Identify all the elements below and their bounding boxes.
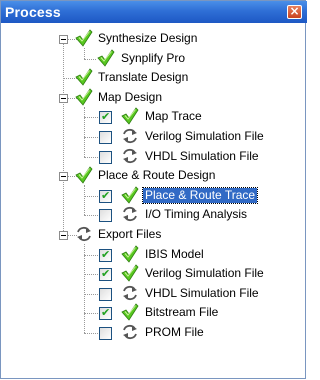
close-icon: × bbox=[289, 4, 300, 18]
checkbox-vhdl-simulation-file[interactable] bbox=[99, 287, 112, 301]
refresh-icon bbox=[121, 127, 139, 145]
tree-line bbox=[84, 274, 98, 276]
process-i-o-timing-analysis[interactable]: I/O Timing Analysis bbox=[145, 207, 247, 222]
tree-line bbox=[84, 195, 98, 197]
refresh-icon bbox=[121, 284, 139, 302]
tree-line bbox=[84, 215, 98, 217]
check-icon bbox=[75, 88, 93, 106]
checkbox-verilog-simulation-file[interactable] bbox=[99, 131, 112, 144]
collapse-toggle[interactable] bbox=[59, 172, 68, 182]
tree-line bbox=[84, 254, 98, 256]
check-icon bbox=[121, 303, 139, 322]
tree-line bbox=[84, 58, 96, 60]
checkbox-verilog-simulation-file[interactable] bbox=[99, 266, 112, 282]
process-synplify-pro[interactable]: Synplify Pro bbox=[121, 51, 185, 66]
panel-title: Process bbox=[5, 4, 61, 20]
check-icon bbox=[75, 68, 93, 86]
check-icon bbox=[121, 186, 139, 204]
check-icon bbox=[121, 107, 139, 126]
checkbox-map-trace[interactable] bbox=[99, 109, 112, 125]
process-translate-design[interactable]: Translate Design bbox=[98, 70, 188, 85]
checkbox-place-route-trace[interactable] bbox=[99, 188, 112, 204]
process-ibis-model[interactable]: IBIS Model bbox=[145, 247, 204, 262]
refresh-icon bbox=[121, 147, 139, 165]
tree-line bbox=[84, 117, 98, 119]
checkbox-ibis-model[interactable] bbox=[99, 247, 112, 263]
tree-line bbox=[84, 293, 98, 295]
process-verilog-simulation-file[interactable]: Verilog Simulation File bbox=[145, 266, 264, 281]
tree-line bbox=[84, 48, 85, 59]
panel-titlebar: Process × bbox=[1, 1, 307, 23]
process-panel: Process × Synthesize Design Synplify Pro T… bbox=[0, 0, 307, 380]
process-map-trace[interactable]: Map Trace bbox=[145, 109, 202, 124]
check-icon bbox=[75, 166, 93, 184]
process-prom-file[interactable]: PROM File bbox=[145, 325, 204, 340]
process-map-design[interactable]: Map Design bbox=[98, 90, 162, 105]
checkbox-vhdl-simulation-file[interactable] bbox=[99, 150, 112, 164]
tree-line bbox=[63, 39, 64, 235]
process-export-files[interactable]: Export Files bbox=[98, 227, 161, 242]
process-synthesize-design[interactable]: Synthesize Design bbox=[98, 31, 197, 46]
checkbox-bitstream-file[interactable] bbox=[99, 305, 112, 321]
collapse-toggle[interactable] bbox=[59, 93, 68, 103]
close-button[interactable]: × bbox=[287, 4, 302, 19]
check-icon bbox=[75, 29, 93, 47]
tree-line bbox=[84, 106, 85, 157]
process-place-route-trace[interactable]: Place & Route Trace bbox=[141, 186, 259, 204]
process-verilog-simulation-file[interactable]: Verilog Simulation File bbox=[145, 129, 264, 144]
collapse-toggle[interactable] bbox=[59, 231, 68, 240]
tree-line bbox=[84, 156, 98, 158]
refresh-icon bbox=[121, 205, 139, 223]
process-vhdl-simulation-file[interactable]: VHDL Simulation File bbox=[145, 149, 259, 164]
tree-line bbox=[84, 244, 85, 333]
check-icon bbox=[121, 244, 139, 263]
checkbox-i-o-timing-analysis[interactable] bbox=[99, 209, 112, 223]
tree-line bbox=[84, 185, 85, 216]
tree-line bbox=[84, 333, 98, 334]
refresh-icon bbox=[121, 323, 139, 341]
tree-line bbox=[84, 313, 98, 315]
checkbox-prom-file[interactable] bbox=[99, 327, 112, 340]
process-tree[interactable]: Synthesize Design Synplify Pro Translate D… bbox=[1, 23, 307, 380]
process-place-route-design[interactable]: Place & Route Design bbox=[98, 168, 215, 183]
process-bitstream-file[interactable]: Bitstream File bbox=[145, 305, 218, 320]
check-icon bbox=[121, 264, 139, 282]
collapse-toggle[interactable] bbox=[59, 35, 68, 44]
process-vhdl-simulation-file[interactable]: VHDL Simulation File bbox=[145, 286, 259, 301]
refresh-icon bbox=[75, 225, 93, 243]
check-icon bbox=[97, 48, 115, 67]
tree-line bbox=[84, 137, 98, 138]
